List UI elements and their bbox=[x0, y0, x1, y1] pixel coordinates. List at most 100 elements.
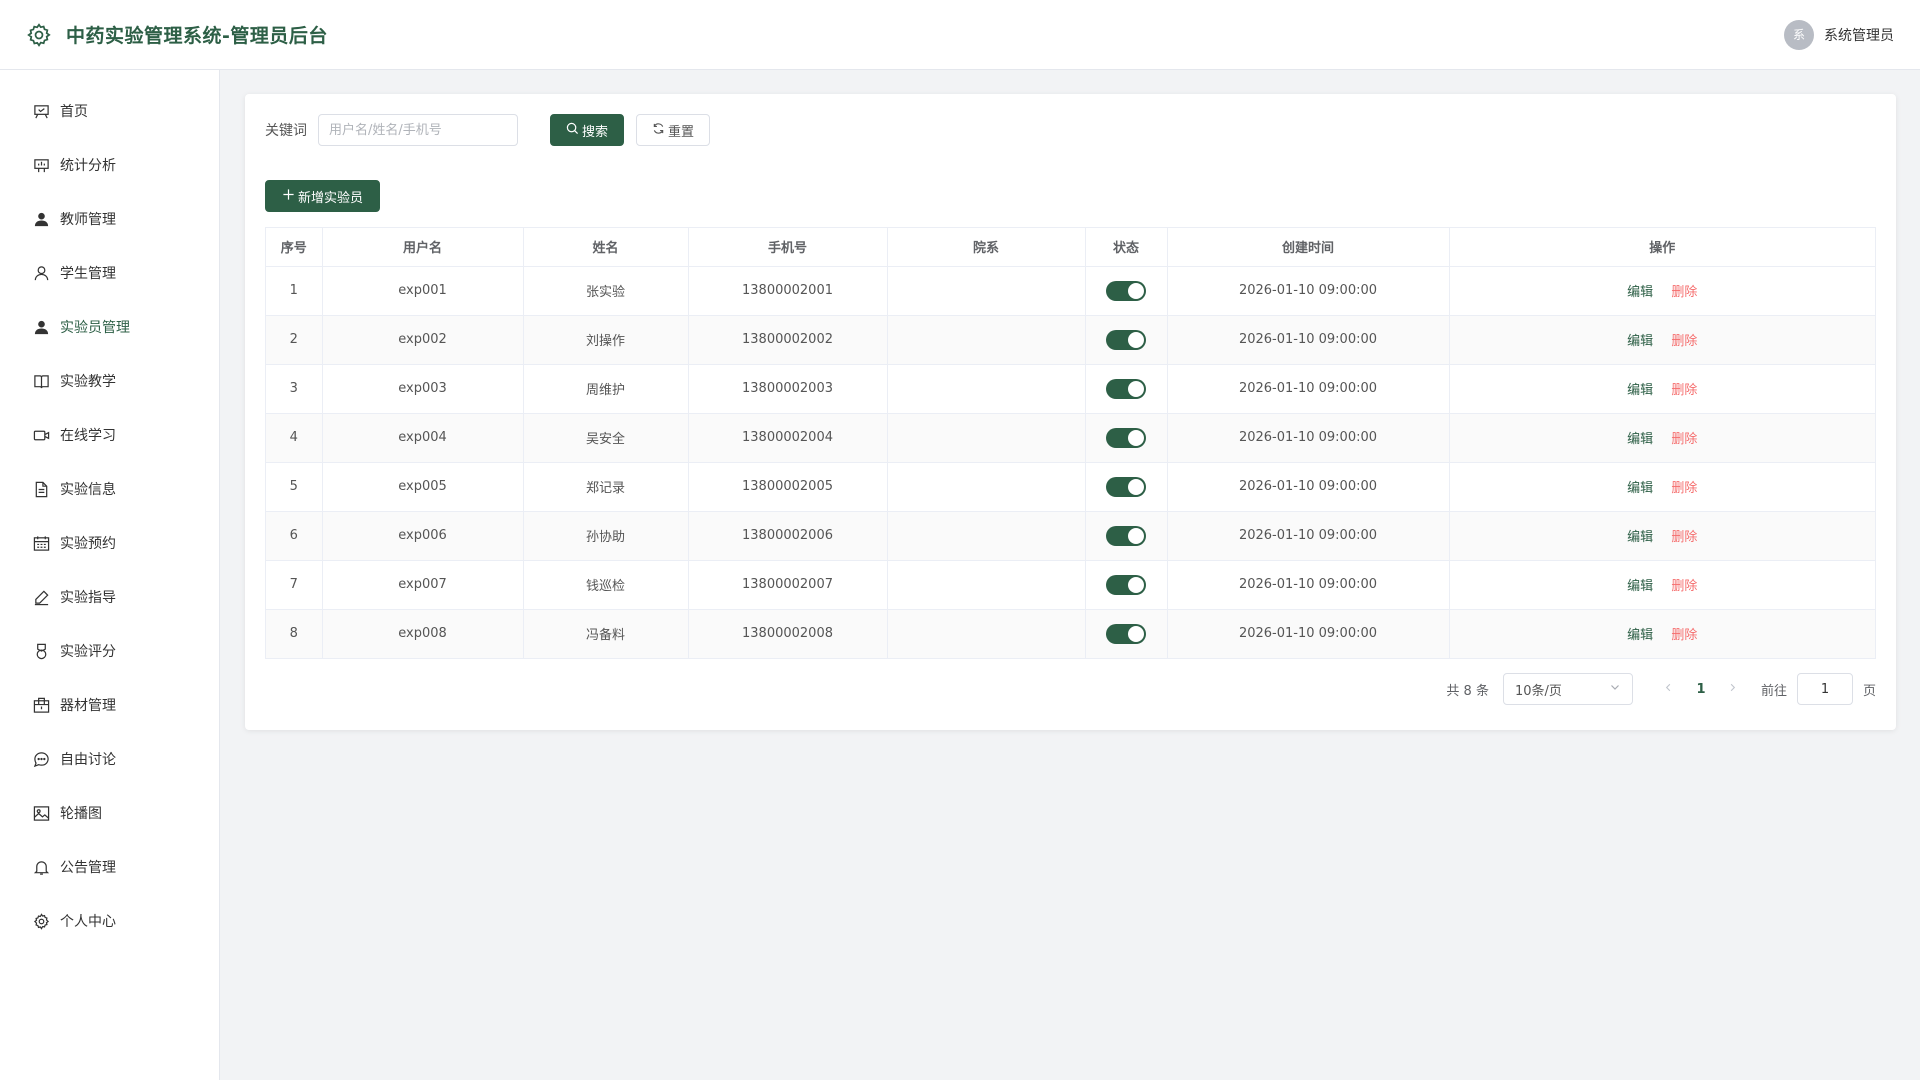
cell-username: exp002 bbox=[322, 315, 524, 365]
medal-icon bbox=[33, 643, 50, 660]
user-menu[interactable]: 系 系统管理员 bbox=[1784, 19, 1894, 50]
sidebar-item-carousel[interactable]: 轮播图 bbox=[0, 786, 219, 840]
sidebar-item-label: 实验评分 bbox=[60, 644, 116, 660]
video-icon bbox=[33, 427, 50, 444]
sidebar-item-label: 实验指导 bbox=[60, 590, 116, 606]
edit-link[interactable]: 编辑 bbox=[1627, 579, 1653, 594]
keyword-label: 关键词 bbox=[265, 123, 307, 139]
sidebar-item-announcements[interactable]: 公告管理 bbox=[0, 840, 219, 894]
cell-actions: 编辑 删除 bbox=[1449, 511, 1875, 561]
status-switch[interactable] bbox=[1106, 329, 1146, 350]
cell-name: 钱巡检 bbox=[523, 560, 689, 610]
sidebar-item-lab-teaching[interactable]: 实验教学 bbox=[0, 354, 219, 408]
lab-staff-table: 序号 用户名 姓名 手机号 院系 状态 创建时间 操作 1 exp001 张实验… bbox=[265, 227, 1876, 659]
cell-username: exp001 bbox=[322, 266, 524, 316]
next-page-button[interactable] bbox=[1721, 682, 1745, 697]
sidebar-item-label: 实验员管理 bbox=[60, 320, 130, 336]
sidebar-item-online-learning[interactable]: 在线学习 bbox=[0, 408, 219, 462]
cell-phone: 13800002001 bbox=[688, 266, 888, 316]
sidebar-item-statistics[interactable]: 统计分析 bbox=[0, 138, 219, 192]
column-header-name: 姓名 bbox=[523, 228, 689, 267]
edit-link[interactable]: 编辑 bbox=[1627, 481, 1653, 496]
sidebar-item-teachers[interactable]: 教师管理 bbox=[0, 192, 219, 246]
cell-index: 6 bbox=[266, 511, 323, 561]
table-row: 3 exp003 周维护 13800002003 2026-01-10 09:0… bbox=[266, 364, 1875, 414]
cell-actions: 编辑 删除 bbox=[1449, 266, 1875, 316]
sidebar-item-lab-booking[interactable]: 实验预约 bbox=[0, 516, 219, 570]
cell-created: 2026-01-10 09:00:00 bbox=[1167, 511, 1450, 561]
status-switch[interactable] bbox=[1106, 476, 1146, 497]
sidebar-item-students[interactable]: 学生管理 bbox=[0, 246, 219, 300]
top-header: 中药实验管理系统-管理员后台 系 系统管理员 bbox=[0, 0, 1920, 70]
edit-link[interactable]: 编辑 bbox=[1627, 432, 1653, 447]
search-button[interactable]: 搜索 bbox=[550, 114, 625, 146]
cell-department bbox=[887, 560, 1086, 610]
user-filled-icon bbox=[33, 211, 50, 228]
cell-username: exp008 bbox=[322, 609, 524, 658]
delete-link[interactable]: 删除 bbox=[1671, 530, 1697, 545]
delete-link[interactable]: 删除 bbox=[1671, 481, 1697, 496]
sidebar-item-discussion[interactable]: 自由讨论 bbox=[0, 732, 219, 786]
column-header-phone: 手机号 bbox=[688, 228, 888, 267]
status-switch[interactable] bbox=[1106, 525, 1146, 546]
edit-link[interactable]: 编辑 bbox=[1627, 334, 1653, 349]
edit-pen-icon bbox=[33, 589, 50, 606]
content-card: 关键词 搜索 重置 新增实验员 bbox=[245, 94, 1896, 730]
add-lab-staff-button[interactable]: 新增实验员 bbox=[265, 180, 381, 212]
status-switch[interactable] bbox=[1106, 427, 1146, 448]
sidebar-item-label: 轮播图 bbox=[60, 806, 102, 822]
delete-link[interactable]: 删除 bbox=[1671, 579, 1697, 594]
cell-username: exp007 bbox=[322, 560, 524, 610]
edit-link[interactable]: 编辑 bbox=[1627, 628, 1653, 643]
brand: 中药实验管理系统-管理员后台 bbox=[26, 21, 328, 48]
avatar[interactable]: 系 bbox=[1784, 19, 1814, 50]
cell-index: 3 bbox=[266, 364, 323, 414]
sidebar-item-home[interactable]: 首页 bbox=[0, 84, 219, 138]
table-row: 6 exp006 孙协助 13800002006 2026-01-10 09:0… bbox=[266, 511, 1875, 561]
sidebar-item-lab-guidance[interactable]: 实验指导 bbox=[0, 570, 219, 624]
delete-link[interactable]: 删除 bbox=[1671, 334, 1697, 349]
table-row: 1 exp001 张实验 13800002001 2026-01-10 09:0… bbox=[266, 266, 1875, 316]
sidebar-item-lab-info[interactable]: 实验信息 bbox=[0, 462, 219, 516]
cell-department bbox=[887, 511, 1086, 561]
edit-link[interactable]: 编辑 bbox=[1627, 285, 1653, 300]
sidebar-item-profile[interactable]: 个人中心 bbox=[0, 894, 219, 948]
pagination-total: 共 8 条 bbox=[1446, 683, 1489, 699]
document-icon bbox=[33, 481, 50, 498]
edit-link[interactable]: 编辑 bbox=[1627, 530, 1653, 545]
reset-button[interactable]: 重置 bbox=[636, 114, 711, 146]
delete-link[interactable]: 删除 bbox=[1671, 383, 1697, 398]
cell-created: 2026-01-10 09:00:00 bbox=[1167, 364, 1450, 414]
cell-phone: 13800002002 bbox=[688, 315, 888, 365]
column-header-created: 创建时间 bbox=[1167, 228, 1450, 267]
page-number-current[interactable]: 1 bbox=[1681, 682, 1721, 697]
goto-page-input[interactable] bbox=[1796, 673, 1853, 705]
status-switch[interactable] bbox=[1106, 623, 1146, 644]
cell-phone: 13800002007 bbox=[688, 560, 888, 610]
delete-link[interactable]: 删除 bbox=[1671, 628, 1697, 643]
status-switch[interactable] bbox=[1106, 280, 1146, 301]
table-row: 2 exp002 刘操作 13800002002 2026-01-10 09:0… bbox=[266, 315, 1875, 365]
page-size-select[interactable]: 10条/页 bbox=[1502, 673, 1633, 705]
edit-link[interactable]: 编辑 bbox=[1627, 383, 1653, 398]
prev-page-button[interactable] bbox=[1657, 682, 1681, 697]
cell-department bbox=[887, 413, 1086, 463]
sidebar-item-lab-scoring[interactable]: 实验评分 bbox=[0, 624, 219, 678]
delete-link[interactable]: 删除 bbox=[1671, 432, 1697, 447]
sidebar-item-equipment[interactable]: 器材管理 bbox=[0, 678, 219, 732]
keyword-input[interactable] bbox=[318, 114, 518, 146]
user-name[interactable]: 系统管理员 bbox=[1824, 25, 1894, 45]
user-icon bbox=[33, 265, 50, 282]
cell-username: exp004 bbox=[322, 413, 524, 463]
cell-name: 吴安全 bbox=[523, 413, 689, 463]
cell-actions: 编辑 删除 bbox=[1449, 609, 1875, 658]
status-switch[interactable] bbox=[1106, 574, 1146, 595]
sidebar-item-lab-staff[interactable]: 实验员管理 bbox=[0, 300, 219, 354]
cell-index: 4 bbox=[266, 413, 323, 463]
cell-phone: 13800002008 bbox=[688, 609, 888, 658]
toolbar: 新增实验员 bbox=[265, 180, 1876, 212]
status-switch[interactable] bbox=[1106, 378, 1146, 399]
cell-phone: 13800002005 bbox=[688, 462, 888, 512]
delete-link[interactable]: 删除 bbox=[1671, 285, 1697, 300]
page-suffix: 页 bbox=[1862, 683, 1876, 699]
